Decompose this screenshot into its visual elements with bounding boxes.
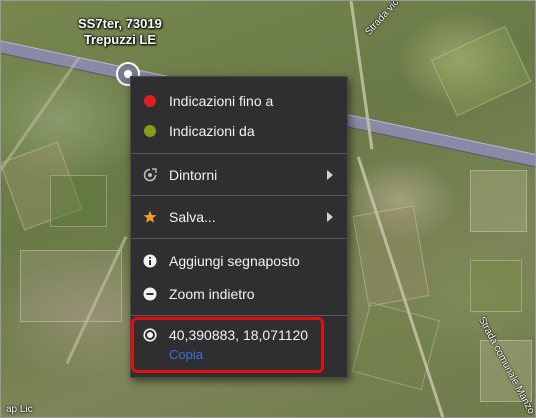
place-label-line1: SS7ter, 73019 xyxy=(78,16,162,31)
info-icon xyxy=(143,254,157,268)
star-icon xyxy=(143,210,157,224)
map-field xyxy=(50,175,107,227)
place-label: SS7ter, 73019 Trepuzzi LE xyxy=(78,16,162,48)
menu-separator xyxy=(131,315,347,316)
minus-circle-icon xyxy=(143,287,157,301)
menu-item-label: Aggiungi segnaposto xyxy=(169,253,300,269)
menu-item-label: Salva... xyxy=(169,209,216,225)
place-label-line2: Trepuzzi LE xyxy=(83,32,157,47)
chevron-right-icon xyxy=(327,212,333,222)
chevron-right-icon xyxy=(327,170,333,180)
menu-separator xyxy=(131,153,347,154)
menu-item-label: Dintorni xyxy=(169,167,218,183)
map-field xyxy=(470,170,527,232)
menu-item-label: Indicazioni fino a xyxy=(169,93,274,109)
menu-item-save[interactable]: Salva... xyxy=(131,201,347,233)
road-label: Strada vic xyxy=(363,0,402,38)
menu-item-add-placemark[interactable]: Aggiungi segnaposto xyxy=(131,245,347,277)
map-field xyxy=(351,301,441,391)
menu-item-directions-from[interactable]: Indicazioni da xyxy=(131,115,347,147)
menu-item-zoom-out[interactable]: Zoom indietro xyxy=(131,278,347,310)
menu-item-nearby[interactable]: Dintorni xyxy=(131,159,347,191)
coordinates-highlight-box xyxy=(131,317,324,373)
red-circle-icon xyxy=(143,94,157,108)
menu-item-label: Indicazioni da xyxy=(169,123,255,139)
nearby-icon xyxy=(143,168,157,182)
menu-separator xyxy=(131,238,347,239)
map-field xyxy=(470,260,522,312)
menu-item-directions-to[interactable]: Indicazioni fino a xyxy=(131,85,347,117)
green-circle-icon xyxy=(143,124,157,138)
map-field xyxy=(20,250,122,322)
menu-item-label: Zoom indietro xyxy=(169,286,255,302)
road-label: ap Lic xyxy=(6,404,33,415)
menu-separator xyxy=(131,195,347,196)
map-field xyxy=(430,25,532,117)
